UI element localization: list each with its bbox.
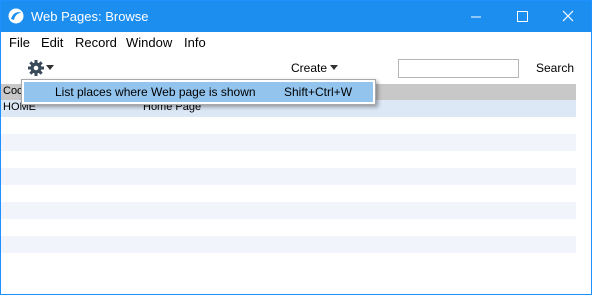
create-button[interactable]: Create: [291, 61, 327, 75]
maximize-icon: [517, 11, 528, 22]
empty-row: [1, 253, 576, 270]
minimize-button[interactable]: [453, 1, 499, 32]
close-icon: [562, 10, 574, 22]
empty-row: [1, 117, 576, 134]
browse-list: Coc HOME Home Page: [1, 84, 576, 284]
menu-file[interactable]: File: [9, 35, 30, 50]
app-logo-icon: [8, 8, 24, 24]
window-title: Web Pages: Browse: [31, 9, 149, 24]
menu-item-list-places[interactable]: List places where Web page is shown Shif…: [24, 82, 373, 102]
empty-row: [1, 202, 576, 219]
empty-row: [1, 236, 576, 253]
close-button[interactable]: [545, 1, 591, 32]
menu-record[interactable]: Record: [75, 35, 117, 50]
empty-row: [1, 219, 576, 236]
application-window: Web Pages: Browse File Edit Record Windo…: [0, 0, 592, 295]
gear-icon[interactable]: [27, 59, 45, 77]
empty-row: [1, 151, 576, 168]
column-header-code[interactable]: Coc: [3, 85, 23, 97]
maximize-button[interactable]: [499, 1, 545, 32]
empty-row: [1, 168, 576, 185]
menu-window[interactable]: Window: [126, 35, 172, 50]
menu-item-shortcut: Shift+Ctrl+W: [284, 85, 353, 99]
menu-bar: File Edit Record Window Info: [1, 32, 591, 52]
menu-info[interactable]: Info: [184, 35, 206, 50]
create-chevron-down-icon[interactable]: [330, 65, 338, 70]
menu-item-label: List places where Web page is shown: [55, 85, 256, 99]
minimize-icon: [471, 16, 481, 18]
title-bar[interactable]: Web Pages: Browse: [1, 1, 591, 32]
empty-row: [1, 134, 576, 151]
chevron-down-icon[interactable]: [46, 65, 54, 70]
search-button[interactable]: Search: [536, 61, 574, 75]
menu-edit[interactable]: Edit: [41, 35, 63, 50]
search-input[interactable]: [398, 59, 519, 78]
empty-row: [1, 185, 576, 202]
context-menu: List places where Web page is shown Shif…: [21, 79, 376, 105]
